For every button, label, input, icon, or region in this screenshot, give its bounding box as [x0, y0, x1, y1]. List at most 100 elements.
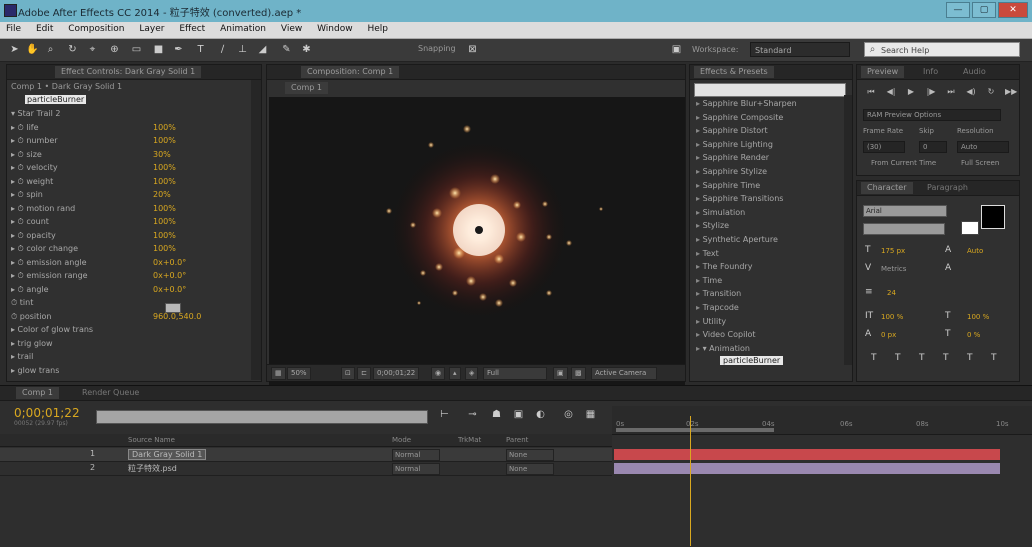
effects-category-item[interactable]: Sapphire Stylize	[696, 167, 768, 176]
brush-tool-icon[interactable]: ∕	[216, 43, 229, 56]
stroke-color-swatch[interactable]	[961, 221, 979, 235]
transparency-grid-icon[interactable]: ▩	[571, 367, 586, 380]
audio-tab[interactable]: Audio	[957, 66, 992, 78]
layer-parent-select[interactable]: None	[506, 463, 554, 475]
effect-property-row[interactable]: ▸ trail	[11, 352, 33, 365]
table-row[interactable]: 1 Dark Gray Solid 1 Normal None	[0, 448, 612, 462]
fill-color-swatch[interactable]	[981, 205, 1005, 229]
full-screen-checkbox[interactable]: Full Screen	[961, 159, 999, 167]
motion-blur-icon[interactable]: ◐	[534, 408, 547, 421]
rotate-tool-icon[interactable]: ↻	[66, 43, 79, 56]
show-snapshot-icon[interactable]: ▴	[449, 367, 461, 380]
time-ruler[interactable]: 0s 02s 04s 06s 08s 10s	[612, 406, 1032, 435]
effect-property-row[interactable]: ▸ ⏱ number 100%	[11, 136, 176, 149]
menu-view[interactable]: View	[275, 22, 308, 36]
effects-category-item[interactable]: Sapphire Transitions	[696, 194, 784, 203]
clone-stamp-tool-icon[interactable]: ⊥	[236, 43, 249, 56]
effect-property-row[interactable]: ▾ Star Trail 2	[11, 109, 61, 122]
effect-property-row[interactable]: ▸ ⏱ count 100%	[11, 217, 176, 230]
snapshot-icon[interactable]: ◉	[431, 367, 446, 380]
menu-help[interactable]: Help	[361, 22, 394, 36]
menu-file[interactable]: File	[0, 22, 27, 36]
layer-mode-select[interactable]: Normal	[392, 449, 440, 461]
effect-selected-item[interactable]: particleBurner	[720, 356, 784, 365]
subscript-icon[interactable]: T	[991, 353, 997, 363]
layer-mode-select[interactable]: Normal	[392, 463, 440, 475]
property-value[interactable]: 100%	[153, 231, 176, 240]
ram-preview-icon[interactable]: ▶▶	[1005, 87, 1017, 97]
effect-property-row[interactable]: ▸ ⏱ motion rand 100%	[11, 204, 176, 217]
effect-property-row[interactable]: ▸ Color of glow trans	[11, 325, 93, 338]
type-tool-icon[interactable]: T	[194, 43, 207, 56]
property-value[interactable]: 100%	[153, 244, 176, 253]
effects-category-item[interactable]: Video Copilot	[696, 330, 756, 339]
layer-duration-bar[interactable]	[614, 463, 1000, 474]
workspace-toggle-icon[interactable]: ▣	[670, 43, 683, 56]
effects-category-item[interactable]: Trapcode	[696, 303, 739, 312]
effect-property-row[interactable]: ▸ ⏱ color change 100%	[11, 244, 176, 257]
workspace-select[interactable]: Standard	[750, 42, 850, 57]
current-time-indicator[interactable]	[690, 416, 691, 546]
rectangle-mask-icon[interactable]: ■	[152, 43, 165, 56]
frame-blending-icon[interactable]: ▣	[512, 408, 525, 421]
paragraph-tab[interactable]: Paragraph	[921, 182, 974, 194]
property-value[interactable]: 100%	[153, 204, 176, 213]
effect-property-row[interactable]: ▸ ⏱ emission range 0x+0.0°	[11, 271, 186, 284]
effect-property-row[interactable]: ▸ ⏱ life 100%	[11, 123, 176, 136]
effect-property-row[interactable]: ▸ ⏱ velocity 100%	[11, 163, 176, 176]
effect-property-row[interactable]: ▸ glow trans	[11, 366, 59, 379]
effects-category-item[interactable]: Sapphire Blur+Sharpen	[696, 99, 797, 108]
zoom-tool-icon[interactable]: ⌕	[44, 43, 57, 56]
effect-controls-tab[interactable]: Effect Controls: Dark Gray Solid 1	[55, 66, 202, 78]
effects-category-item[interactable]: Sapphire Distort	[696, 126, 768, 135]
property-value[interactable]: 0x+0.0°	[153, 285, 186, 294]
frame-rate-select[interactable]: (30)	[863, 141, 905, 153]
rectangle-tool-icon[interactable]: ▭	[130, 43, 143, 56]
preview-tab[interactable]: Preview	[861, 66, 905, 78]
effects-category-item[interactable]: ▾ Animation	[696, 344, 750, 353]
font-style-select[interactable]	[863, 223, 945, 235]
minimize-button[interactable]: —	[946, 2, 970, 18]
graph-editor-icon[interactable]: ◎	[562, 408, 575, 421]
comp-subtab[interactable]: Comp 1	[285, 82, 328, 94]
timeline-search-input[interactable]	[96, 410, 428, 424]
menu-effect[interactable]: Effect	[173, 22, 211, 36]
effects-category-item[interactable]: Text	[696, 249, 719, 258]
previous-frame-icon[interactable]: ◀|	[885, 87, 897, 97]
effects-presets-tab[interactable]: Effects & Presets	[694, 66, 774, 78]
effect-property-row[interactable]: ▸ ⏱ emission angle 0x+0.0°	[11, 258, 186, 271]
faux-italic-icon[interactable]: T	[895, 353, 901, 363]
parent-column[interactable]: Parent	[506, 436, 528, 444]
table-row[interactable]: 2 粒子特效.psd Normal None	[0, 462, 612, 476]
close-button[interactable]: ✕	[998, 2, 1028, 18]
property-value[interactable]: 100%	[153, 136, 176, 145]
camera-view-select[interactable]: Active Camera	[591, 367, 657, 380]
first-frame-icon[interactable]: ⏮	[865, 87, 877, 97]
effects-category-item[interactable]: Stylize	[696, 221, 730, 230]
property-value[interactable]: 0x+0.0°	[153, 271, 186, 280]
small-caps-icon[interactable]: T	[943, 353, 949, 363]
effect-property-row[interactable]: ⏱ position 960.0,540.0	[11, 312, 201, 325]
effect-property-row[interactable]: ▸ ⏱ size 30%	[11, 150, 171, 163]
search-help-input[interactable]: Search Help	[864, 42, 1020, 57]
horizontal-scale-value[interactable]: 100 %	[967, 313, 989, 321]
menu-animation[interactable]: Animation	[214, 22, 272, 36]
effect-property-row[interactable]: ▸ ⏱ weight 100%	[11, 177, 176, 190]
play-icon[interactable]: ▶	[905, 87, 917, 97]
effects-category-item[interactable]: Transition	[696, 289, 742, 298]
baseline-shift-value[interactable]: 0 px	[881, 331, 896, 339]
effects-category-item[interactable]: Simulation	[696, 208, 746, 217]
magnification-select[interactable]: 50%	[287, 367, 311, 380]
safe-margins-icon[interactable]: ⊡	[341, 367, 355, 380]
skip-select[interactable]: 0	[919, 141, 947, 153]
effects-category-item[interactable]: Sapphire Render	[696, 153, 770, 162]
ram-preview-options-select[interactable]: RAM Preview Options	[863, 109, 1001, 121]
source-name-column[interactable]: Source Name	[128, 436, 175, 444]
effects-category-item[interactable]: Sapphire Composite	[696, 113, 784, 122]
roto-brush-tool-icon[interactable]: ✎	[280, 43, 293, 56]
all-caps-icon[interactable]: T	[919, 353, 925, 363]
effect-property-row[interactable]: ▸ trig glow	[11, 339, 53, 352]
superscript-icon[interactable]: T	[967, 353, 973, 363]
property-value[interactable]: 100%	[153, 177, 176, 186]
property-value[interactable]: 20%	[153, 190, 171, 199]
